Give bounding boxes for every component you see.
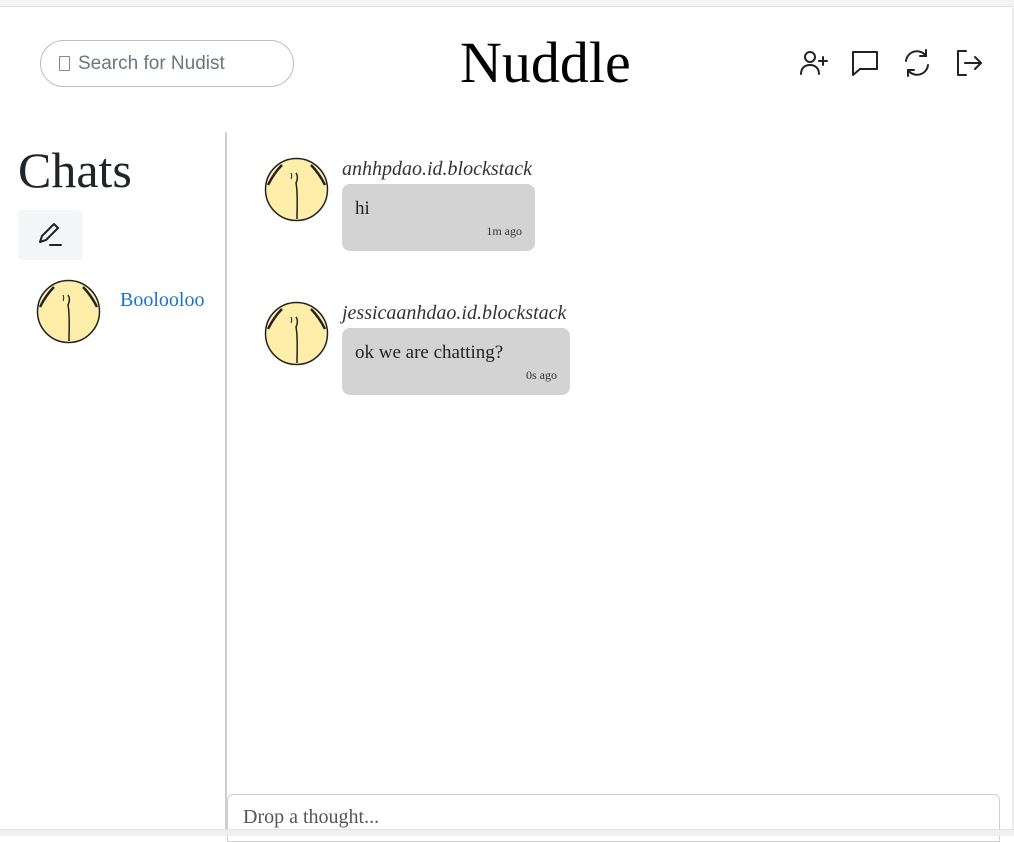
message-text: ok we are chatting? [355, 342, 504, 363]
message-timestamp: 1m ago [486, 224, 522, 238]
message-bubble: hi 1m ago [342, 184, 535, 251]
message-bubble: ok we are chatting? 0s ago [342, 328, 570, 395]
message-input-placeholder: Drop a thought... [243, 806, 380, 828]
avatar [36, 279, 101, 344]
message-item: jessicaanhdao.id.blockstack ok we are ch… [264, 301, 570, 395]
search-placeholder: Search for Nudist [78, 52, 225, 74]
search-input[interactable]: Search for Nudist [40, 40, 294, 87]
avatar [264, 301, 329, 366]
logout-icon[interactable] [952, 46, 986, 80]
avatar [264, 157, 329, 222]
message-sender: jessicaanhdao.id.blockstack [342, 302, 567, 324]
header-actions [796, 46, 986, 80]
pen-icon [39, 223, 62, 246]
add-user-icon[interactable] [796, 46, 830, 80]
sidebar-divider [225, 132, 227, 832]
refresh-icon[interactable] [900, 46, 934, 80]
contact-item[interactable]: Boolooloo [36, 279, 204, 344]
message-timestamp: 0s ago [526, 368, 557, 382]
message-text: hi [355, 198, 370, 219]
message-icon[interactable] [848, 46, 882, 80]
message-item: anhhpdao.id.blockstack hi 1m ago [264, 157, 535, 251]
search-icon [59, 56, 70, 71]
message-sender: anhhpdao.id.blockstack [342, 158, 532, 180]
contact-name[interactable]: Boolooloo [120, 289, 204, 312]
compose-button[interactable] [18, 210, 82, 260]
window-top-edge [0, 0, 1014, 7]
chats-heading: Chats [18, 142, 132, 198]
app-logo: Nuddle [460, 30, 631, 95]
